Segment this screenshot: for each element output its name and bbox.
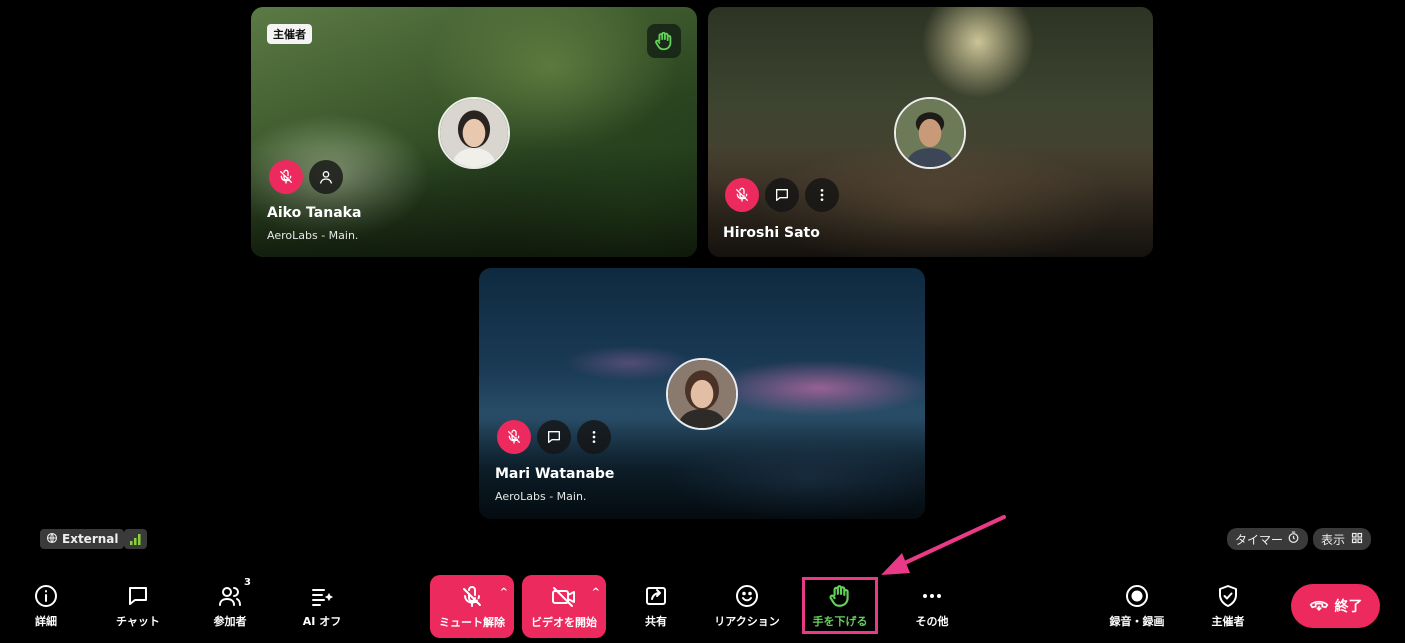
avatar — [438, 97, 510, 169]
grid-icon — [1351, 532, 1363, 547]
video-off-icon — [551, 584, 577, 610]
record-button[interactable]: 録音・録画 — [1100, 576, 1174, 636]
share-icon — [644, 583, 668, 609]
start-video-button[interactable]: ^ ビデオを開始 — [522, 575, 606, 638]
more-icon — [920, 583, 944, 609]
details-button[interactable]: 詳細 — [16, 576, 76, 636]
share-button[interactable]: 共有 — [630, 576, 682, 636]
meeting-stage: 主催者 Aiko Tanaka AeroLabs - Main. Hiroshi… — [0, 0, 1405, 643]
timer-label: タイマー — [1235, 532, 1284, 547]
participant-count: 3 — [244, 577, 251, 588]
raised-hand-icon — [647, 24, 681, 58]
more-button[interactable]: その他 — [906, 576, 958, 636]
participant-org: AeroLabs - Main. — [267, 229, 359, 242]
lower-hand-label: 手を下げる — [812, 614, 868, 628]
chat-label: チャット — [116, 615, 160, 628]
mic-off-icon — [460, 584, 484, 610]
participant-org: AeroLabs - Main. — [495, 490, 587, 503]
reactions-button[interactable]: リアクション — [706, 576, 788, 636]
participant-name: Aiko Tanaka — [267, 205, 362, 221]
kebab-icon[interactable] — [805, 178, 839, 212]
host-button[interactable]: 主催者 — [1198, 576, 1258, 636]
chat-button[interactable]: チャット — [104, 576, 172, 636]
start-video-label: ビデオを開始 — [531, 615, 597, 629]
ai-off-button[interactable]: AI オフ — [290, 576, 354, 636]
avatar — [666, 358, 738, 430]
kebab-icon[interactable] — [577, 420, 611, 454]
avatar — [894, 97, 966, 169]
timer-icon — [1287, 531, 1300, 547]
chevron-up-icon[interactable]: ^ — [592, 587, 600, 598]
participants-button[interactable]: 3 参加者 — [196, 576, 264, 636]
participants-icon: 3 — [218, 577, 251, 609]
chat-icon — [126, 583, 150, 609]
participant-name: Hiroshi Sato — [723, 225, 820, 241]
record-icon — [1125, 583, 1149, 609]
share-label: 共有 — [645, 615, 667, 628]
participant-name: Mari Watanabe — [495, 466, 615, 482]
host-label: 主催者 — [1211, 615, 1245, 628]
chat-icon[interactable] — [765, 178, 799, 212]
unmute-label: ミュート解除 — [439, 615, 505, 629]
participant-tile-aiko[interactable]: 主催者 Aiko Tanaka AeroLabs - Main. — [251, 7, 697, 257]
end-label: 終了 — [1334, 599, 1363, 615]
hand-icon — [827, 583, 853, 609]
person-icon[interactable] — [309, 160, 343, 194]
timer-button[interactable]: タイマー — [1227, 528, 1309, 550]
mic-off-icon[interactable] — [269, 160, 303, 194]
signal-icon[interactable] — [124, 529, 147, 549]
reactions-label: リアクション — [714, 615, 780, 628]
ai-icon — [310, 583, 334, 609]
details-label: 詳細 — [35, 615, 57, 628]
participants-label: 参加者 — [213, 615, 247, 628]
participant-tile-mari[interactable]: Mari Watanabe AeroLabs - Main. — [479, 268, 925, 519]
lower-hand-button[interactable]: 手を下げる — [802, 577, 878, 634]
external-badge: External — [40, 529, 125, 549]
mic-off-icon[interactable] — [725, 178, 759, 212]
end-call-button[interactable]: 終了 — [1291, 584, 1380, 628]
globe-icon — [46, 532, 58, 547]
phone-end-icon — [1309, 597, 1329, 615]
participant-tile-hiroshi[interactable]: Hiroshi Sato — [708, 7, 1153, 257]
host-badge: 主催者 — [267, 24, 312, 44]
ai-off-label: AI オフ — [302, 615, 342, 628]
chat-icon[interactable] — [537, 420, 571, 454]
external-label: External — [62, 532, 119, 546]
reaction-icon — [735, 583, 759, 609]
view-button[interactable]: 表示 — [1313, 528, 1372, 550]
info-icon — [34, 583, 58, 609]
more-label: その他 — [915, 615, 949, 628]
shield-icon — [1216, 583, 1240, 609]
record-label: 録音・録画 — [1109, 615, 1165, 628]
mic-off-icon[interactable] — [497, 420, 531, 454]
view-label: 表示 — [1321, 532, 1346, 547]
unmute-button[interactable]: ^ ミュート解除 — [430, 575, 514, 638]
chevron-up-icon[interactable]: ^ — [500, 587, 508, 598]
